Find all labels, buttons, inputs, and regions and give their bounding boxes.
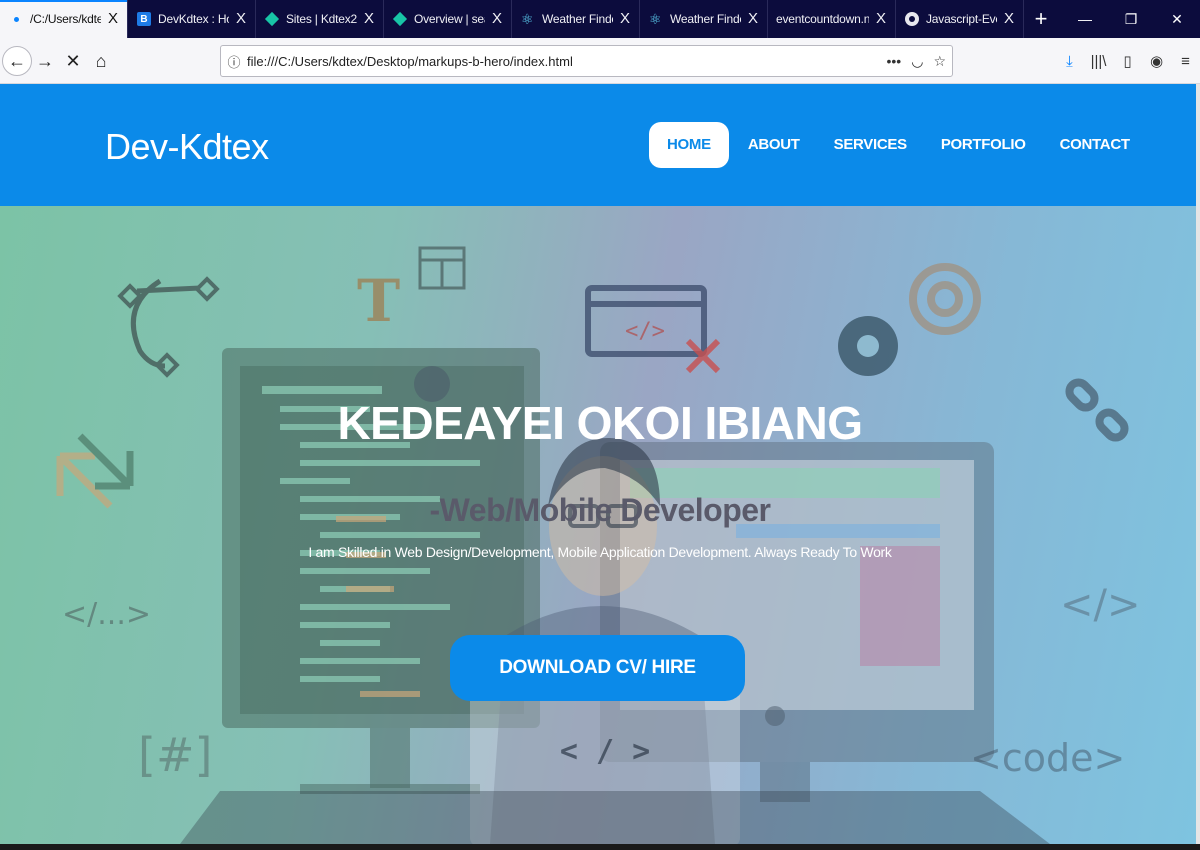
- page-actions-icon[interactable]: •••: [887, 53, 902, 70]
- bezier-curve-icon: [117, 276, 220, 378]
- close-icon[interactable]: X: [361, 11, 377, 27]
- pocket-icon[interactable]: ◡: [911, 53, 923, 70]
- github-icon: [904, 11, 920, 27]
- home-button[interactable]: ⌂: [86, 46, 116, 76]
- info-icon[interactable]: ⓘ: [221, 52, 247, 71]
- code-word-glyph: <code>: [970, 736, 1125, 780]
- browser-tab-bar: /C:/Users/kdtex X B DevKdtex : Hom X Sit…: [0, 0, 1200, 38]
- site-header: Dev-Kdtex HOME ABOUT SERVICES PORTFOLIO …: [0, 84, 1200, 206]
- browser-toolbar: ← → ✕ ⌂ ⓘ file:///C:/Users/kdtex/Desktop…: [0, 38, 1200, 84]
- download-icon[interactable]: ⤓: [1055, 46, 1084, 76]
- browser-tab[interactable]: eventcountdown.ne X: [768, 0, 896, 38]
- close-icon[interactable]: X: [105, 11, 121, 27]
- nav-about[interactable]: ABOUT: [731, 122, 817, 168]
- site-nav: HOME ABOUT SERVICES PORTFOLIO CONTACT: [649, 122, 1147, 168]
- tab-title: Weather Finder: [542, 12, 613, 26]
- status-bar: [0, 844, 1200, 850]
- browser-tab[interactable]: ⚛ Weather Finder X: [640, 0, 768, 38]
- close-icon[interactable]: X: [233, 11, 249, 27]
- nav-portfolio[interactable]: PORTFOLIO: [924, 122, 1043, 168]
- code-window-icon: </>: [585, 285, 707, 357]
- diamond-icon: [264, 11, 280, 27]
- download-cv-button[interactable]: DOWNLOAD CV/ HIRE: [450, 635, 745, 701]
- close-icon[interactable]: X: [745, 11, 761, 27]
- nav-home[interactable]: HOME: [649, 122, 729, 168]
- browser-tab[interactable]: B DevKdtex : Hom X: [128, 0, 256, 38]
- browser-tab[interactable]: Javascript-Event X: [896, 0, 1024, 38]
- tab-title: Sites | Kdtex24's: [286, 12, 357, 26]
- hero-name: KEDEAYEI OKOI IBIANG: [337, 397, 863, 449]
- web-page: Dev-Kdtex HOME ABOUT SERVICES PORTFOLIO …: [0, 84, 1200, 844]
- tab-title: Weather Finder: [670, 12, 741, 26]
- window-controls: — ❐ ✕: [1062, 0, 1200, 38]
- page-scrollbar[interactable]: [1196, 84, 1200, 844]
- close-icon[interactable]: X: [489, 11, 505, 27]
- hero-section: < / > T </> </...> </> [#] <code> KEDEAY…: [0, 206, 1200, 844]
- tab-title: /C:/Users/kdtex: [30, 12, 101, 26]
- browser-tab[interactable]: /C:/Users/kdtex X: [0, 0, 128, 38]
- hero-description: I am Skilled in Web Design/Development, …: [308, 544, 892, 560]
- menu-icon[interactable]: ≡: [1171, 46, 1200, 76]
- desk-illustration: [180, 791, 1050, 844]
- restore-button[interactable]: ❐: [1108, 0, 1154, 38]
- forward-button[interactable]: →: [30, 46, 60, 76]
- gear-icon: [909, 263, 981, 335]
- nav-contact[interactable]: CONTACT: [1043, 122, 1147, 168]
- code-tag-right-glyph: </>: [1060, 582, 1141, 628]
- minimize-button[interactable]: —: [1062, 0, 1108, 38]
- diamond-icon: [392, 11, 408, 27]
- tab-title: Overview | searc: [414, 12, 485, 26]
- tab-title: eventcountdown.ne: [776, 12, 869, 26]
- url-text[interactable]: file:///C:/Users/kdtex/Desktop/markups-b…: [247, 54, 887, 69]
- library-icon[interactable]: |||\: [1084, 46, 1113, 76]
- back-button[interactable]: ←: [2, 46, 32, 76]
- react-icon: ⚛: [521, 11, 534, 27]
- react-icon: ⚛: [649, 11, 662, 27]
- nav-services[interactable]: SERVICES: [817, 122, 924, 168]
- stop-button[interactable]: ✕: [58, 46, 88, 76]
- layout-icon: [418, 246, 466, 290]
- browser-tab[interactable]: Overview | searc X: [384, 0, 512, 38]
- close-icon[interactable]: X: [617, 11, 633, 27]
- browser-tab[interactable]: ⚛ Weather Finder X: [512, 0, 640, 38]
- tab-title: Javascript-Event: [926, 12, 997, 26]
- loading-dot-icon: [8, 11, 24, 27]
- new-tab-button[interactable]: +: [1024, 0, 1058, 38]
- code-tag-left-glyph: </...>: [62, 597, 151, 632]
- bookmark-star-icon[interactable]: ☆: [933, 53, 946, 70]
- close-window-button[interactable]: ✕: [1154, 0, 1200, 38]
- blogger-icon: B: [136, 11, 152, 27]
- sidebar-icon[interactable]: ▯: [1113, 46, 1142, 76]
- hero-role: -Web/Mobile Developer: [429, 492, 771, 528]
- hash-glyph: [#]: [138, 728, 212, 782]
- url-bar[interactable]: ⓘ file:///C:/Users/kdtex/Desktop/markups…: [220, 45, 953, 77]
- slash-tag-glyph: < / >: [560, 734, 650, 769]
- account-icon[interactable]: ◉: [1142, 46, 1171, 76]
- gear-icon: [838, 316, 898, 376]
- tab-title: DevKdtex : Hom: [158, 12, 229, 26]
- typography-t-icon: T: [357, 267, 400, 335]
- close-icon[interactable]: X: [873, 11, 889, 27]
- browser-tab[interactable]: Sites | Kdtex24's X: [256, 0, 384, 38]
- close-icon[interactable]: X: [1001, 11, 1017, 27]
- code-tag-glyph: </>: [625, 319, 665, 344]
- site-logo[interactable]: Dev-Kdtex: [105, 126, 269, 168]
